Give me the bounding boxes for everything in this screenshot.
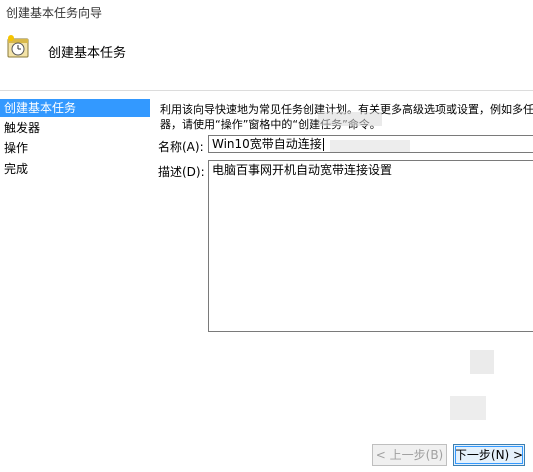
step-create-basic-task[interactable]: 创建基本任务 — [0, 99, 150, 117]
text-caret — [322, 138, 324, 151]
task-description-textarea[interactable]: 电脑百事网开机自动宽带连接设置 — [208, 160, 533, 332]
name-label: 名称(A): — [158, 140, 204, 154]
step-finish[interactable]: 完成 — [0, 160, 150, 178]
title-bar[interactable]: 创建基本任务向导 — [0, 0, 533, 24]
wizard-steps-sidebar: 创建基本任务 触发器 操作 完成 — [0, 91, 150, 472]
description-label: 描述(D): — [158, 165, 205, 179]
blur-overlay — [330, 140, 410, 152]
wizard-window: 创建基本任务向导 创建基本任务 创建基本任务 触发器 操作 完成 利用该向导快速… — [0, 0, 533, 472]
step-trigger[interactable]: 触发器 — [0, 119, 150, 137]
page-title: 创建基本任务 — [48, 46, 127, 61]
task-name-value: Win10宽带自动连接 — [212, 137, 322, 151]
blur-overlay — [450, 396, 486, 420]
clock-task-icon — [7, 35, 29, 58]
wizard-header: 创建基本任务 — [0, 24, 533, 91]
step-action[interactable]: 操作 — [0, 139, 150, 157]
back-button[interactable]: < 上一步(B) — [372, 444, 447, 466]
blur-overlay — [470, 350, 494, 374]
next-button[interactable]: 下一步(N) > — [453, 444, 525, 466]
window-title: 创建基本任务向导 — [6, 6, 103, 20]
blur-overlay — [318, 112, 382, 126]
